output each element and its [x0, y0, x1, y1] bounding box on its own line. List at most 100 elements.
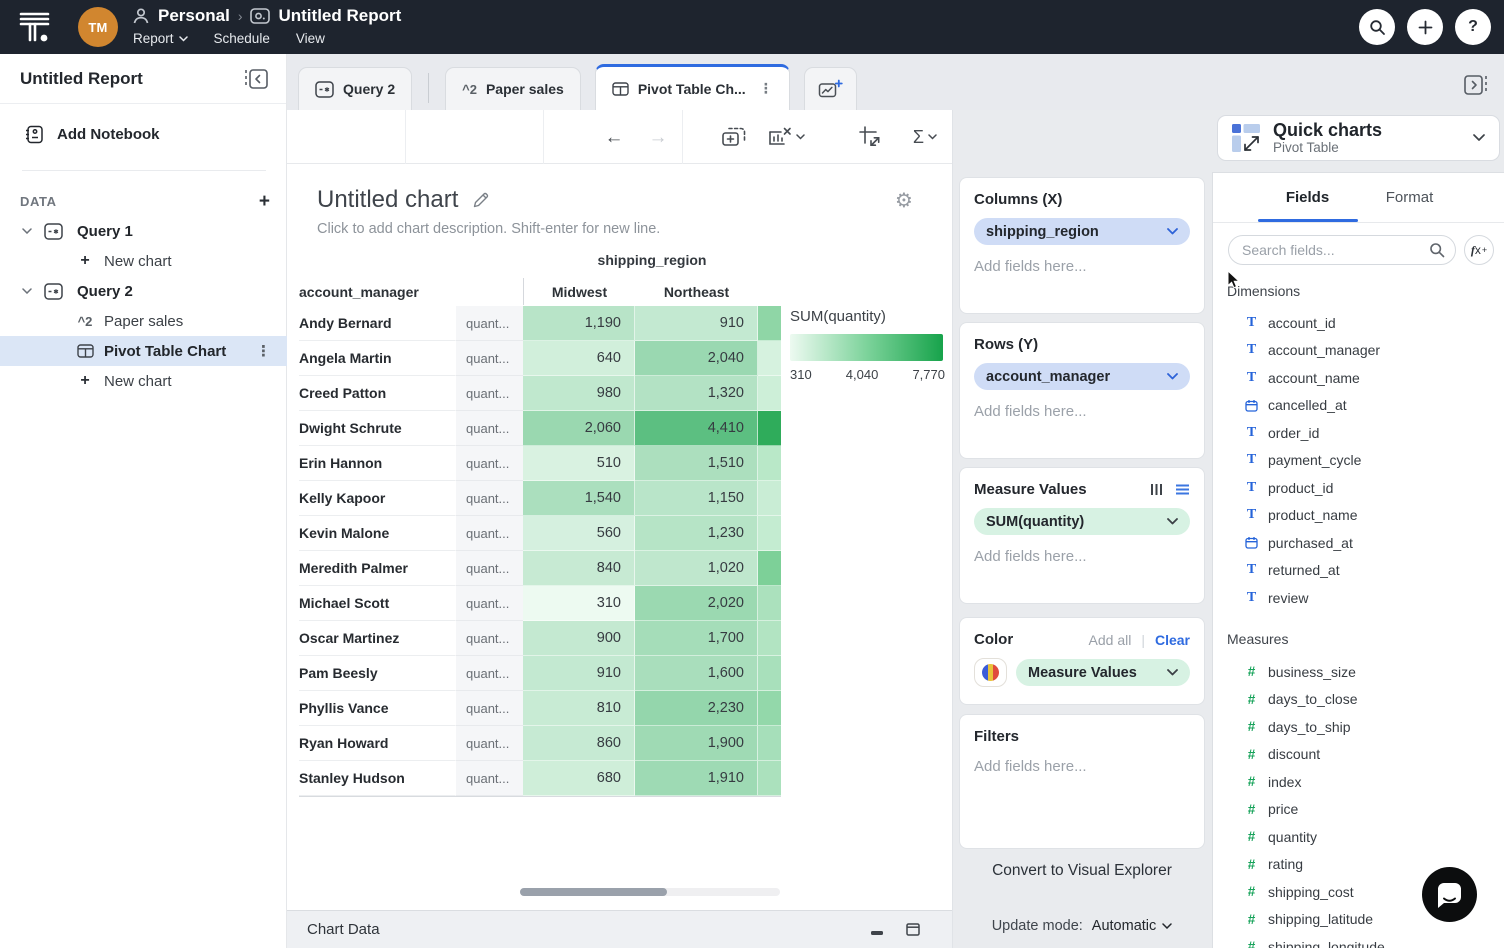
columns-layout-icon[interactable] [1150, 483, 1163, 496]
pivot-value-cell[interactable]: 810 [523, 691, 635, 726]
pivot-partial-cell[interactable] [758, 726, 781, 761]
pivot-value-cell[interactable]: 1,910 [635, 761, 758, 796]
measure-field-shipping-longitude[interactable]: #shipping_longitude [1213, 933, 1504, 948]
color-palette-icon[interactable] [974, 658, 1007, 687]
pivot-value-cell[interactable]: 860 [523, 726, 635, 761]
pivot-partial-cell[interactable] [758, 551, 781, 586]
tab-format[interactable]: Format [1360, 173, 1460, 222]
pivot-partial-cell[interactable] [758, 481, 781, 516]
pivot-value-cell[interactable]: 1,700 [635, 621, 758, 656]
measure-field-quantity[interactable]: #quantity [1213, 823, 1504, 851]
chart-settings-gear-icon[interactable]: ⚙ [895, 188, 913, 213]
chat-support-bubble[interactable] [1422, 867, 1477, 922]
menu-schedule[interactable]: Schedule [214, 31, 270, 46]
field-pill-shipping-region[interactable]: shipping_region [974, 218, 1190, 245]
pivot-value-cell[interactable]: 560 [523, 516, 635, 551]
dimension-field-purchased-at[interactable]: purchased_at [1213, 529, 1504, 557]
tab-paper-sales[interactable]: ^2Paper sales [445, 67, 581, 110]
dimension-field-product-name[interactable]: Tproduct_name [1213, 502, 1504, 530]
pivot-value-cell[interactable]: 1,150 [635, 481, 758, 516]
pivot-partial-cell[interactable] [758, 691, 781, 726]
tab-fields[interactable]: Fields [1258, 173, 1358, 222]
minimize-panel-icon[interactable] [870, 924, 884, 936]
pivot-partial-cell[interactable] [758, 306, 781, 341]
add-field-card-button[interactable] [717, 123, 751, 151]
sidebar-item-new-chart[interactable]: +New chart [0, 366, 287, 396]
color-field-pill-measure-values[interactable]: Measure Values [1016, 659, 1190, 686]
pivot-partial-cell[interactable] [758, 761, 781, 796]
brand-logo-icon[interactable] [18, 11, 54, 43]
pivot-value-cell[interactable]: 1,540 [523, 481, 635, 516]
sidebar-item-query-1[interactable]: Query 1 [0, 216, 287, 246]
pivot-value-cell[interactable]: 1,320 [635, 376, 758, 411]
sidebar-item-paper-sales[interactable]: ^2Paper sales [0, 306, 287, 336]
convert-to-visual-explorer-link[interactable]: Convert to Visual Explorer [952, 862, 1212, 880]
dimension-field-payment-cycle[interactable]: Tpayment_cycle [1213, 447, 1504, 475]
pivot-value-cell[interactable]: 1,600 [635, 656, 758, 691]
redo-forward-button[interactable]: → [643, 123, 673, 151]
chart-data-label[interactable]: Chart Data [307, 921, 380, 938]
maximize-panel-icon[interactable] [906, 923, 920, 936]
tab-pivot-table-ch[interactable]: Pivot Table Ch...⋮ [595, 64, 790, 110]
quick-charts-selector[interactable]: Quick charts Pivot Table [1217, 115, 1500, 161]
sidebar-item-pivot-table-chart[interactable]: Pivot Table Chart⋮ [0, 336, 287, 366]
pivot-value-cell[interactable]: 1,900 [635, 726, 758, 761]
chevron-down-icon[interactable] [22, 288, 36, 294]
color-clear-link[interactable]: Clear [1155, 632, 1190, 648]
measure-field-days-to-close[interactable]: #days_to_close [1213, 686, 1504, 714]
pivot-value-cell[interactable]: 840 [523, 551, 635, 586]
dimension-field-review[interactable]: Treview [1213, 584, 1504, 612]
pivot-value-cell[interactable]: 2,060 [523, 411, 635, 446]
aggregate-sigma-button[interactable]: Σ [903, 123, 947, 151]
add-notebook-button[interactable]: Add Notebook [24, 124, 160, 145]
dimension-field-order-id[interactable]: Torder_id [1213, 419, 1504, 447]
collapse-left-panel-icon[interactable] [242, 67, 270, 91]
search-fields-box[interactable] [1228, 235, 1456, 265]
kebab-menu-icon[interactable]: ⋮ [759, 80, 773, 97]
avatar[interactable]: TM [78, 7, 118, 47]
search-fields-input[interactable] [1242, 242, 1429, 258]
pivot-value-cell[interactable]: 1,020 [635, 551, 758, 586]
add-button[interactable] [1407, 9, 1443, 45]
pivot-value-cell[interactable]: 510 [523, 446, 635, 481]
pivot-value-cell[interactable]: 2,230 [635, 691, 758, 726]
pivot-value-cell[interactable]: 910 [635, 306, 758, 341]
pivot-partial-cell[interactable] [758, 586, 781, 621]
chevron-down-icon[interactable] [22, 228, 36, 234]
pivot-partial-cell[interactable] [758, 621, 781, 656]
tab-query-2[interactable]: Query 2 [298, 67, 412, 110]
transpose-pivot-button[interactable] [853, 123, 887, 151]
kebab-menu-icon[interactable]: ⋮ [256, 342, 271, 360]
pivot-value-cell[interactable]: 310 [523, 586, 635, 621]
pivot-value-cell[interactable]: 910 [523, 656, 635, 691]
pivot-value-cell[interactable]: 1,190 [523, 306, 635, 341]
pivot-value-cell[interactable]: 1,510 [635, 446, 758, 481]
color-add-all-link[interactable]: Add all [1089, 632, 1132, 648]
chart-description-placeholder[interactable]: Click to add chart description. Shift-en… [317, 221, 660, 237]
pivot-partial-cell[interactable] [758, 446, 781, 481]
measure-field-days-to-ship[interactable]: #days_to_ship [1213, 713, 1504, 741]
pivot-partial-cell[interactable] [758, 656, 781, 691]
undo-back-button[interactable]: ← [599, 123, 629, 151]
add-formula-field-button[interactable]: fx+ [1464, 235, 1494, 265]
pivot-value-cell[interactable]: 980 [523, 376, 635, 411]
menu-report[interactable]: Report [133, 31, 188, 46]
rows-layout-icon[interactable] [1175, 483, 1190, 496]
dimension-field-cancelled-at[interactable]: cancelled_at [1213, 392, 1504, 420]
menu-view[interactable]: View [296, 31, 325, 46]
pivot-value-cell[interactable]: 900 [523, 621, 635, 656]
search-button[interactable] [1359, 9, 1395, 45]
horizontal-scrollbar[interactable] [520, 888, 780, 896]
measure-field-index[interactable]: #index [1213, 768, 1504, 796]
dimension-field-account-id[interactable]: Taccount_id [1213, 309, 1504, 337]
pivot-partial-cell[interactable] [758, 376, 781, 411]
pivot-value-cell[interactable]: 2,040 [635, 341, 758, 376]
new-chart-tab-button[interactable] [804, 67, 857, 110]
pivot-partial-cell[interactable] [758, 341, 781, 376]
pivot-partial-cell[interactable] [758, 411, 781, 446]
measure-field-business-size[interactable]: #business_size [1213, 658, 1504, 686]
dimension-field-account-name[interactable]: Taccount_name [1213, 364, 1504, 392]
measure-field-discount[interactable]: #discount [1213, 741, 1504, 769]
remove-chart-button[interactable] [763, 123, 809, 151]
help-button[interactable]: ? [1455, 9, 1491, 45]
